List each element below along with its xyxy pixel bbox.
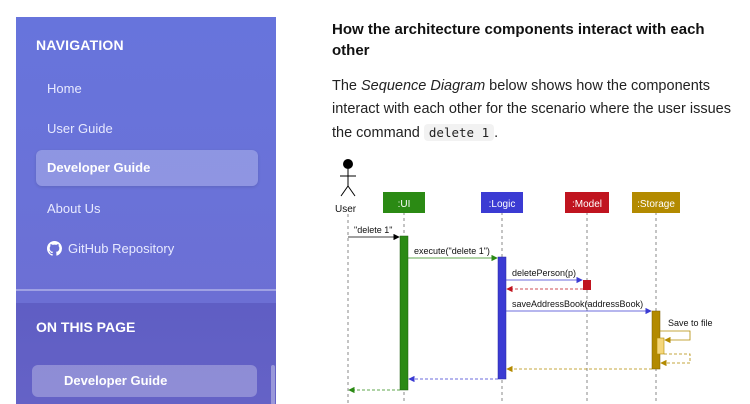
nav-item-developer-guide[interactable]: Developer Guide bbox=[36, 150, 258, 186]
para-prefix: The bbox=[332, 78, 362, 94]
navigation-heading: NAVIGATION bbox=[36, 37, 124, 53]
main-content: How the architecture components interact… bbox=[332, 19, 732, 145]
nav-item-label: Developer Guide bbox=[47, 160, 151, 175]
message-save-label: saveAddressBook(addressBook) bbox=[512, 299, 643, 309]
model-participant-label: :Model bbox=[572, 199, 602, 210]
on-this-page-item-developer-guide[interactable]: Developer Guide bbox=[32, 365, 257, 397]
sequence-diagram-svg: User :UI :Logic :Model :Storage "delete … bbox=[335, 159, 713, 404]
sidebar-scrollbar[interactable] bbox=[271, 365, 275, 404]
storage-participant-label: :Storage bbox=[637, 199, 675, 210]
sidebar: NAVIGATION Home User Guide Developer Gui… bbox=[16, 17, 276, 404]
nav-item-user-guide[interactable]: User Guide bbox=[36, 111, 258, 147]
logic-participant-label: :Logic bbox=[489, 199, 516, 210]
actor-label: User bbox=[335, 204, 357, 215]
sequence-diagram-emphasis: Sequence Diagram bbox=[361, 78, 486, 94]
ui-activation-bar bbox=[399, 235, 409, 391]
on-this-page-section: ON THIS PAGE Developer Guide bbox=[16, 303, 276, 404]
nav-item-about-us[interactable]: About Us bbox=[36, 191, 258, 227]
logic-activation-bar bbox=[497, 256, 507, 380]
storage-self-activation-bar bbox=[656, 337, 665, 355]
ui-participant-label: :UI bbox=[398, 199, 411, 210]
on-this-page-heading: ON THIS PAGE bbox=[36, 319, 136, 335]
on-this-page-item-label: Developer Guide bbox=[64, 373, 168, 388]
user-actor bbox=[340, 159, 356, 197]
message-deleteperson-label: deletePerson(p) bbox=[512, 268, 576, 278]
nav-item-label: User Guide bbox=[47, 121, 113, 136]
section-heading: How the architecture components interact… bbox=[332, 21, 705, 59]
nav-item-home[interactable]: Home bbox=[36, 71, 258, 107]
model-activation-bar bbox=[583, 280, 591, 290]
github-icon bbox=[47, 234, 62, 270]
nav-item-github-repository[interactable]: GitHub Repository bbox=[36, 231, 258, 267]
message-delete-label: "delete 1" bbox=[354, 225, 392, 235]
para-suffix: . bbox=[494, 125, 499, 141]
self-call-save-to-file-arrow bbox=[660, 330, 691, 344]
description-paragraph: The Sequence Diagram below shows how the… bbox=[332, 75, 732, 145]
nav-item-label: Home bbox=[47, 81, 82, 96]
sidebar-divider bbox=[16, 289, 276, 291]
sequence-diagram: User :UI :Logic :Model :Storage "delete … bbox=[332, 156, 719, 404]
nav-item-label: GitHub Repository bbox=[68, 241, 175, 256]
message-execute-label: execute("delete 1") bbox=[414, 246, 490, 256]
self-return-arrow bbox=[660, 353, 691, 367]
message-save-to-file-label: Save to file bbox=[668, 318, 713, 328]
nav-item-label: About Us bbox=[47, 201, 101, 216]
inline-code: delete 1 bbox=[423, 124, 495, 141]
